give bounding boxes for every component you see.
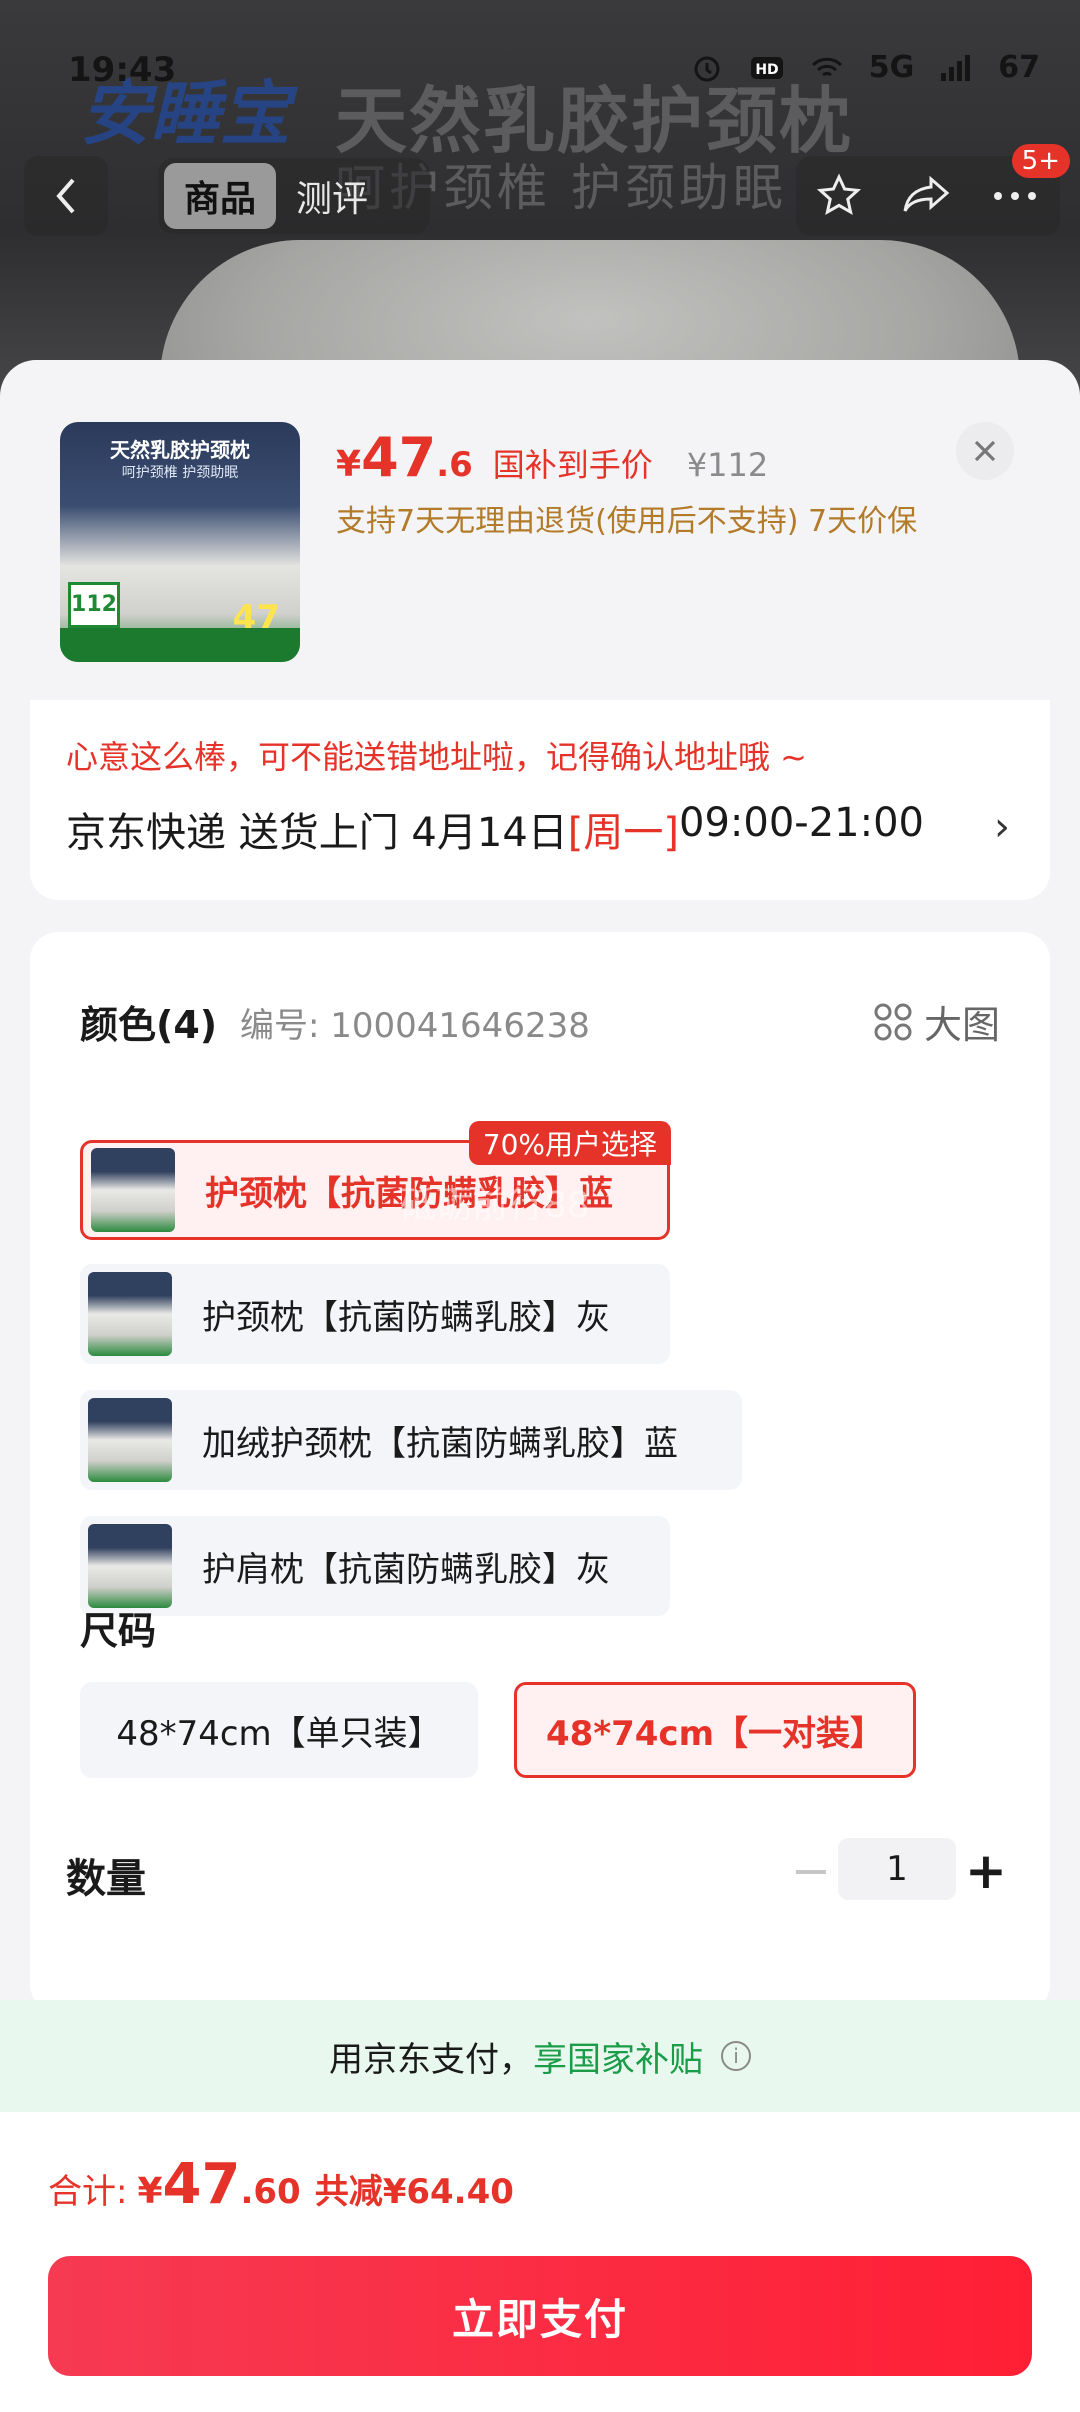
message-badge: 5+ [1011, 144, 1070, 178]
close-button[interactable] [956, 422, 1014, 480]
popular-tag: 70%用户选择 [468, 1121, 671, 1165]
color-section-title: 颜色(4) [80, 1003, 218, 1047]
close-icon [974, 440, 996, 462]
option-thumbnail [88, 1398, 172, 1482]
jd-pay-banner[interactable]: 用京东支付， 享国家补贴 i [0, 2000, 1080, 2112]
wifi-icon [811, 57, 842, 76]
more-icon[interactable] [990, 186, 1040, 206]
color-option-3[interactable]: 护肩枕【抗菌防螨乳胶】灰 [80, 1516, 670, 1616]
tab-review[interactable]: 测评 [276, 163, 388, 229]
alarm-icon [694, 56, 720, 81]
pay-now-button[interactable]: 立即支付 [48, 2256, 1032, 2376]
status-icons: HD 5G 67 [689, 50, 1040, 85]
grid-icon [874, 1003, 912, 1040]
svg-text:HD: HD [755, 62, 778, 78]
delivery-weekday: [周一] [567, 810, 679, 856]
address-tip: 心意这么棒，可不能送错地址啦，记得确认地址哦 ~ [66, 738, 807, 776]
product-code: 编号: 100041646238 [240, 1006, 590, 1046]
total-discount: 共减¥64.40 [314, 2172, 514, 2212]
battery-level: 67 [998, 50, 1040, 85]
status-bar: 19:43 HD 5G 67 [0, 0, 1080, 100]
option-thumbnail [88, 1272, 172, 1356]
chevron-right-icon[interactable]: › [994, 804, 1010, 850]
total-label: 合计: [48, 2172, 128, 2212]
nav-tabs: 商品 测评 [158, 158, 430, 234]
product-thumbnail[interactable]: 天然乳胶护颈枕 呵护颈椎 护颈助眠 112 47 [60, 422, 300, 662]
big-image-label: 大图 [923, 1003, 1000, 1047]
delivery-courier: 京东快递 送货上门 4月14日 [66, 810, 568, 856]
delivery-info: 京东快递 送货上门 4月14日 [周一] 09:00-21:00 [66, 800, 924, 858]
return-policy: 支持7天无理由退货(使用后不支持) 7天价保 [336, 504, 918, 539]
thumb-price-tag: 112 [68, 582, 120, 628]
thumb-title: 天然乳胶护颈枕 [110, 438, 250, 462]
tab-product[interactable]: 商品 [164, 163, 277, 229]
top-nav: 商品 测评 5+ [24, 144, 1070, 236]
color-option-1[interactable]: 护颈枕【抗菌防螨乳胶】灰 [80, 1264, 670, 1364]
quantity-input[interactable]: 1 [838, 1838, 956, 1900]
pay-banner-text: 用京东支付， [329, 2039, 533, 2080]
product-header: 天然乳胶护颈枕 呵护颈椎 护颈助眠 112 47 ¥ 47 .6 国补到手价 ¥… [0, 360, 1080, 700]
quantity-row: 数量 − 1 + [66, 1832, 1016, 1912]
nav-actions: 5+ [796, 144, 1070, 236]
pay-banner-highlight: 享国家补贴 [533, 2039, 703, 2080]
quantity-decrease-button[interactable]: − [776, 1836, 846, 1906]
hd-icon: HD [750, 56, 783, 79]
purchase-sheet: 天然乳胶护颈枕 呵护颈椎 护颈助眠 112 47 ¥ 47 .6 国补到手价 ¥… [0, 360, 1080, 2412]
color-option-label: 护颈枕【抗菌防螨乳胶】灰 [202, 1297, 610, 1338]
price-currency: ¥ [336, 444, 362, 485]
network-label: 5G [868, 50, 915, 85]
star-icon[interactable] [816, 173, 862, 219]
option-thumbnail [88, 1524, 172, 1608]
size-section-title: 尺码 [80, 1609, 157, 1653]
chevron-left-icon [56, 178, 75, 214]
total-currency: ¥ [137, 2171, 163, 2212]
total-price: 合计: ¥ 47 .60 共减¥64.40 [48, 2152, 514, 2217]
color-option-2[interactable]: 加绒护颈枕【抗菌防螨乳胶】蓝 [80, 1390, 742, 1490]
info-icon[interactable]: i [721, 2041, 751, 2071]
watermark: 砥砺前行88 [400, 1185, 590, 1226]
signal-icon [941, 54, 971, 81]
size-option-1[interactable]: 48*74cm【一对装】 [514, 1682, 916, 1778]
thumb-bar [60, 628, 300, 662]
total-decimal: .60 [240, 2172, 301, 2212]
quantity-increase-button[interactable]: + [956, 1836, 1016, 1906]
options-card: 颜色(4) 编号: 100041646238 大图 护颈枕【抗菌防螨乳胶】蓝 7… [30, 932, 1050, 2012]
price-label: 国补到手价 [492, 446, 653, 484]
price-integer: 47 [361, 426, 437, 489]
back-button[interactable] [24, 156, 108, 236]
price-line: ¥ 47 .6 国补到手价 ¥112 [336, 426, 768, 489]
color-option-label: 加绒护颈枕【抗菌防螨乳胶】蓝 [202, 1423, 678, 1464]
checkout-footer: 合计: ¥ 47 .60 共减¥64.40 立即支付 [0, 2112, 1080, 2412]
big-image-toggle[interactable]: 大图 [874, 994, 1000, 1049]
thumb-subtitle: 呵护颈椎 护颈助眠 [121, 465, 239, 481]
color-option-label: 护肩枕【抗菌防螨乳胶】灰 [202, 1549, 610, 1590]
size-option-0[interactable]: 48*74cm【单只装】 [80, 1682, 478, 1778]
total-integer: 47 [162, 2152, 241, 2217]
option-thumbnail [91, 1148, 175, 1232]
quantity-title: 数量 [66, 1856, 146, 1902]
share-icon[interactable] [901, 173, 951, 219]
delivery-card[interactable]: 心意这么棒，可不能送错地址啦，记得确认地址哦 ~ 京东快递 送货上门 4月14日… [30, 700, 1050, 900]
original-price: ¥112 [686, 446, 769, 484]
delivery-time: 09:00-21:00 [679, 800, 924, 846]
status-time: 19:43 [68, 50, 177, 90]
price-decimal: .6 [436, 445, 473, 485]
